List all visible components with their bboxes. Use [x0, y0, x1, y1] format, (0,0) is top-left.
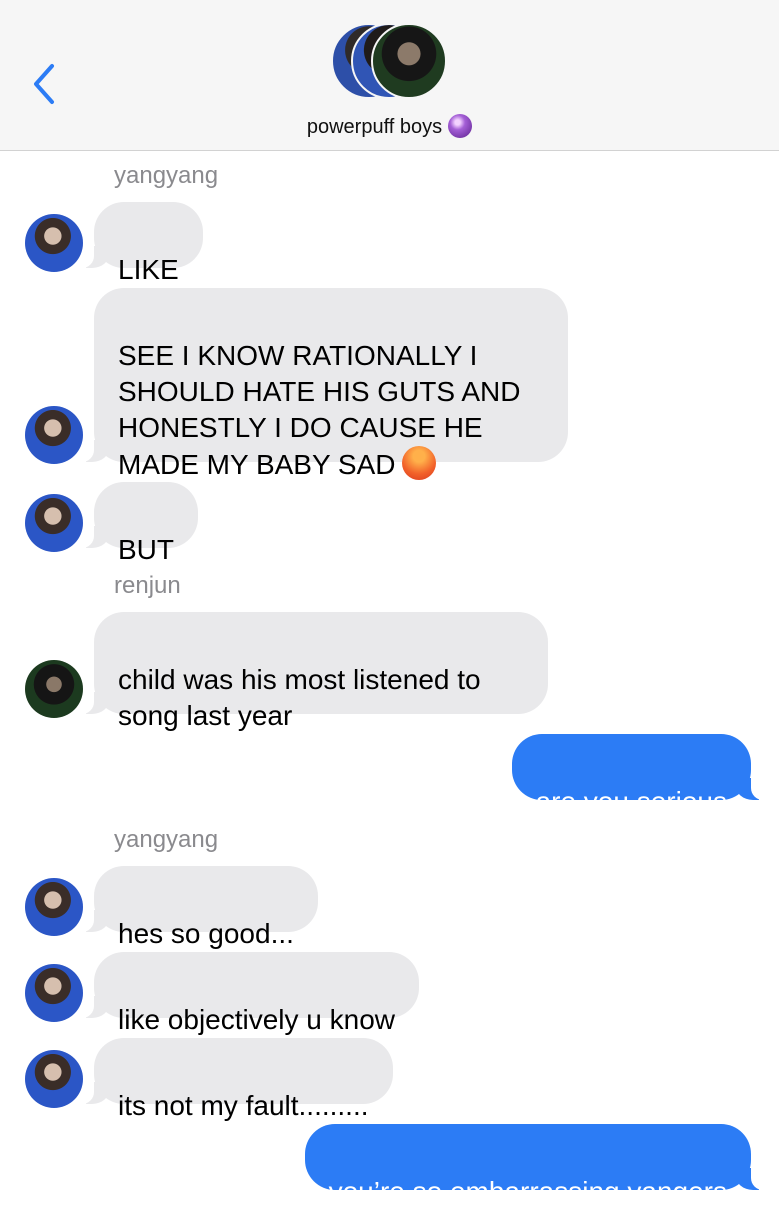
avatar[interactable] [25, 1050, 83, 1108]
back-button[interactable] [28, 60, 68, 110]
group-avatar[interactable] [331, 23, 451, 103]
message-bubble[interactable]: hes so good... [80, 866, 318, 949]
message-text: are you serious [535, 786, 727, 817]
conversation-header: powerpuff boys [0, 0, 779, 151]
message-bubble[interactable]: child was his most listened to song last… [80, 612, 548, 731]
message-text: hes so good... [118, 918, 294, 949]
crystal-ball-icon [448, 114, 473, 138]
chevron-left-icon [34, 64, 54, 104]
avatar[interactable] [25, 494, 83, 552]
message-bubble[interactable]: SEE I KNOW RATIONALLY I SHOULD HATE HIS … [80, 288, 568, 480]
message-text: its not my fault......... [118, 1090, 369, 1121]
sender-label: yangyang [114, 162, 219, 189]
message-bubble[interactable]: its not my fault......... [80, 1038, 393, 1121]
message-text: you’re so embarrassing yangers [328, 1176, 727, 1207]
avatar[interactable] [25, 878, 83, 936]
message-text: SEE I KNOW RATIONALLY I SHOULD HATE HIS … [118, 340, 521, 480]
message-bubble[interactable]: BUT [80, 482, 198, 565]
sender-label: renjun [114, 572, 181, 599]
message-bubble-outgoing[interactable]: are you serious [511, 734, 766, 817]
member-avatar [371, 23, 447, 99]
avatar[interactable] [25, 214, 83, 272]
group-name-label: powerpuff boys [306, 116, 443, 138]
group-name[interactable]: powerpuff boys [0, 114, 779, 139]
angry-face-icon [401, 446, 436, 480]
sender-label: yangyang [114, 826, 219, 853]
message-bubble-outgoing[interactable]: you’re so embarrassing yangers [304, 1124, 766, 1207]
avatar[interactable] [25, 964, 83, 1022]
message-text: like objectively u know [118, 1004, 396, 1035]
message-text: child was his most listened to song last… [118, 664, 481, 731]
avatar[interactable] [25, 406, 83, 464]
message-bubble[interactable]: LIKE [80, 202, 203, 285]
message-text: LIKE [118, 254, 179, 285]
avatar[interactable] [25, 660, 83, 718]
message-text: BUT [118, 534, 174, 565]
message-bubble[interactable]: like objectively u know [79, 952, 420, 1035]
